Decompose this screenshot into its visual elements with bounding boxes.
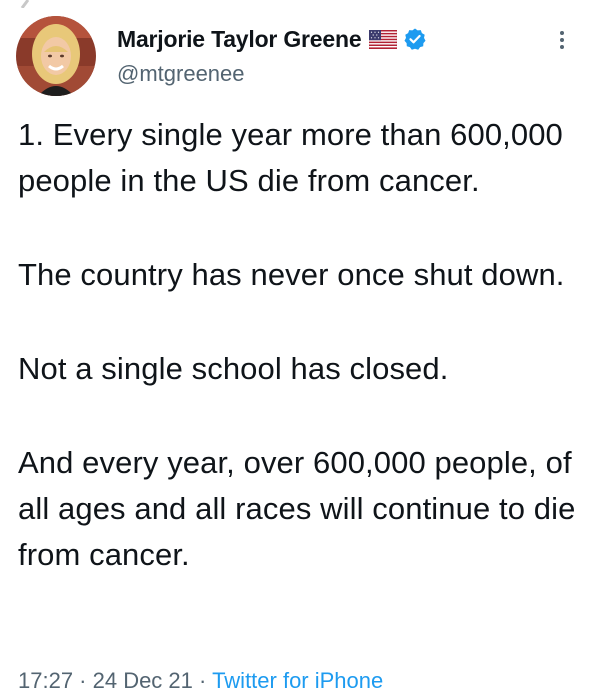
author-handle[interactable]: @mtgreenee (117, 60, 543, 88)
tweet-card: Marjorie Taylor Greene @mtgreenee 1. Eve… (0, 0, 593, 693)
meta-separator: · (192, 668, 213, 693)
corner-mark (20, 0, 30, 8)
us-flag-icon (369, 29, 398, 49)
author-name[interactable]: Marjorie Taylor Greene (117, 26, 362, 53)
tweet-source[interactable]: Twitter for iPhone (212, 668, 383, 693)
name-row: Marjorie Taylor Greene (117, 24, 543, 54)
tweet-meta: 17:27 · 24 Dec 21 · Twitter for iPhone (18, 668, 383, 694)
avatar-image (16, 16, 96, 96)
tweet-paragraph: Not a single school has closed. (18, 351, 449, 386)
avatar[interactable] (16, 16, 96, 96)
tweet-paragraph: The country has never once shut down. (18, 257, 565, 292)
verified-badge-icon (404, 28, 426, 50)
tweet-timestamp[interactable]: 17:27 · 24 Dec 21 (18, 668, 193, 693)
tweet-header: Marjorie Taylor Greene @mtgreenee (117, 24, 543, 88)
tweet-paragraph: And every year, over 600,000 people, of … (18, 445, 576, 572)
tweet-text: 1. Every single year more than 600,000 p… (18, 112, 578, 626)
more-options-icon[interactable] (552, 26, 572, 54)
tweet-paragraph: 1. Every single year more than 600,000 p… (18, 117, 563, 198)
